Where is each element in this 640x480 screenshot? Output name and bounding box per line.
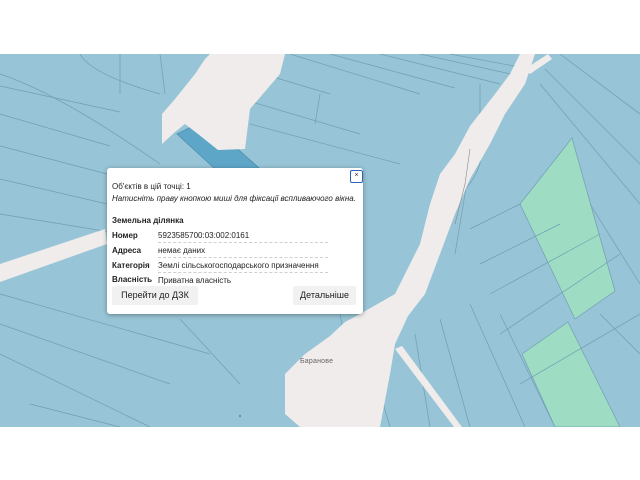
parcel-details-table: Номер 5923585700:03:002:0161 Адреса нема… (112, 228, 328, 287)
details-button[interactable]: Детальніше (293, 286, 356, 305)
table-row: Власність Приватна власність (112, 273, 328, 288)
field-key: Номер (112, 230, 138, 240)
field-key: Категорія (112, 260, 150, 270)
go-to-dzk-button[interactable]: Перейти до ДЗК (112, 286, 198, 305)
field-value: немає даних (158, 242, 328, 258)
field-key: Власність (112, 275, 153, 285)
bottom-blank-band (0, 427, 640, 480)
table-row: Адреса немає даних (112, 242, 328, 258)
field-value: Приватна власність (158, 275, 232, 285)
field-value: 5923585700:03:002:0161 (158, 228, 328, 243)
close-icon[interactable]: × (350, 170, 363, 183)
table-row: Категорія Землі сільськогосподарського п… (112, 257, 328, 273)
top-blank-band (0, 0, 640, 54)
objects-count: Об'єктів в цій точці: 1 (112, 182, 191, 191)
place-label: Баранове (300, 358, 334, 365)
field-value: Землі сільськогосподарського призначення (158, 257, 328, 273)
field-key: Адреса (112, 245, 142, 255)
point-marker (239, 415, 241, 417)
parcel-info-popup: × Об'єктів в цій точці: 1 Натисніть прав… (107, 168, 363, 314)
section-title: Земельна ділянка (112, 216, 184, 225)
popup-hint: Натисніть праву кнопкою миші для фіксаці… (112, 194, 356, 203)
table-row: Номер 5923585700:03:002:0161 (112, 228, 328, 243)
